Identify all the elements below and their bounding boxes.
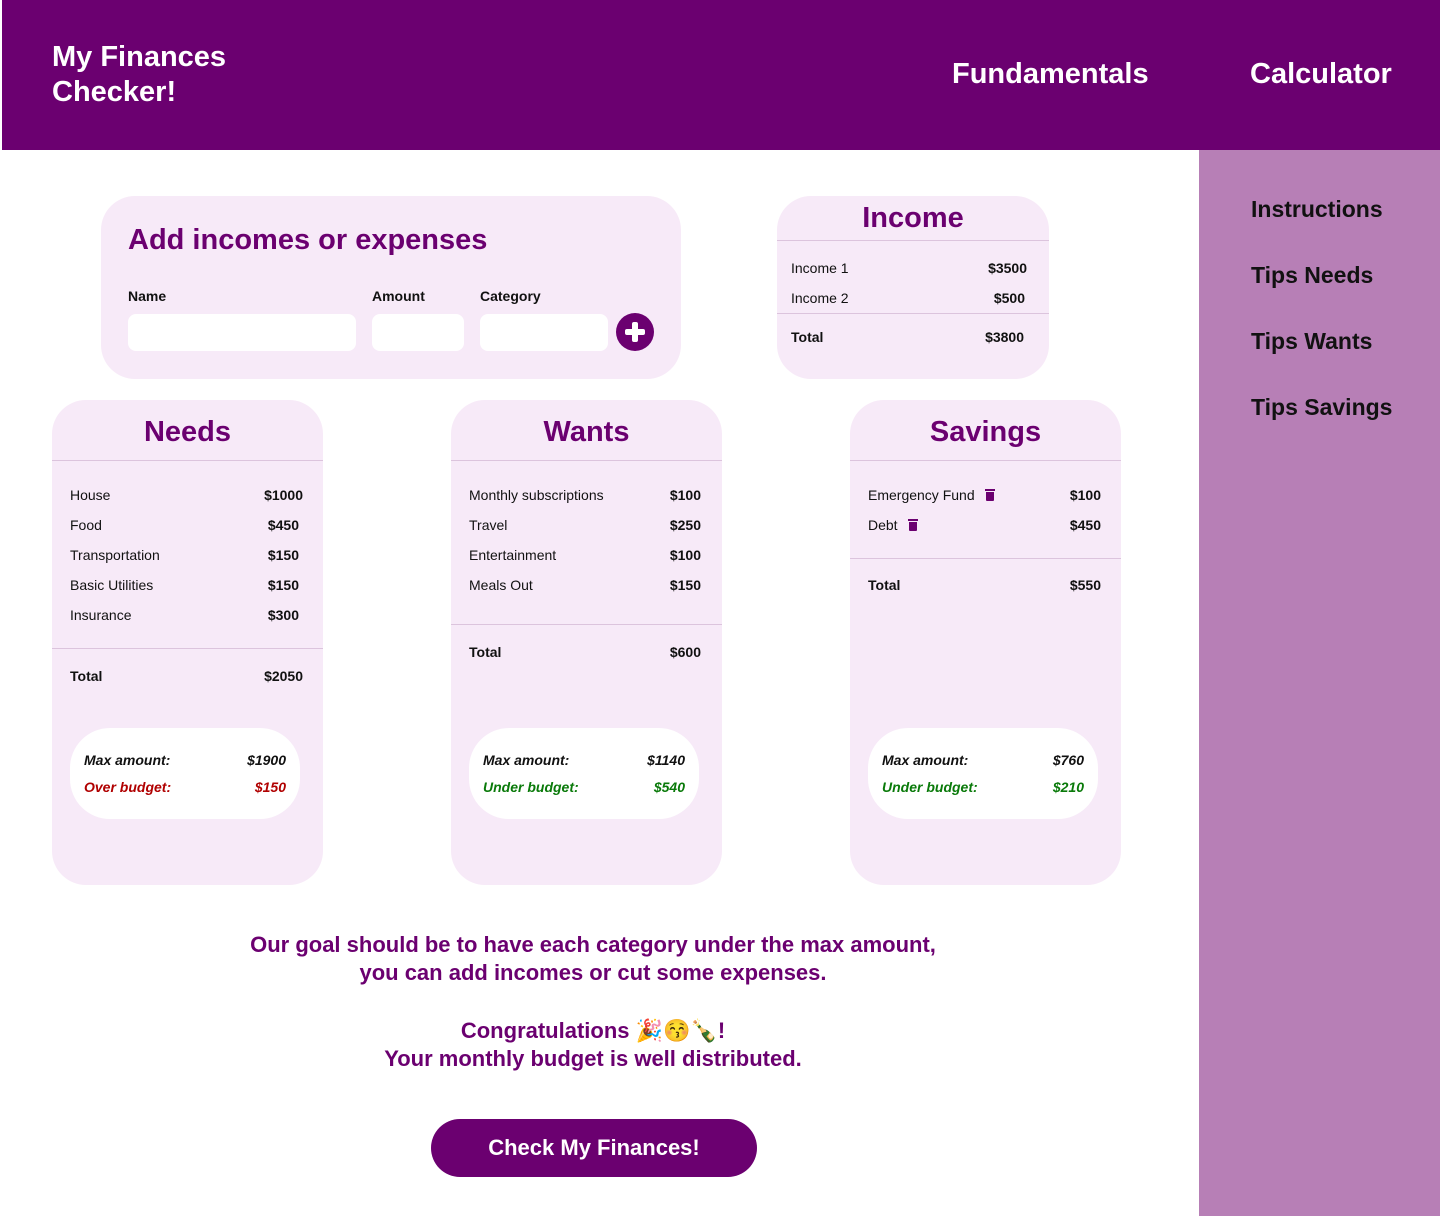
trash-icon[interactable] (907, 519, 918, 531)
name-input[interactable] (128, 314, 356, 351)
wants-row-name: Meals Out (469, 577, 533, 593)
needs-row-value: $150 (267, 547, 299, 563)
wants-budget-summary: Max amount: $1140 Under budget: $540 (469, 728, 699, 819)
income-title: Income (862, 202, 964, 234)
max-amount-value: $1140 (647, 752, 685, 768)
congrats-line-2: Your monthly budget is well distributed. (384, 1046, 802, 1071)
budget-status-value: $210 (1052, 779, 1084, 795)
sidebar: Instructions Tips Needs Tips Wants Tips … (1199, 150, 1440, 1216)
max-amount-value: $1900 (247, 752, 286, 768)
savings-total-label: Total (868, 577, 901, 593)
wants-divider (451, 460, 722, 461)
income-total-divider (777, 313, 1049, 314)
nav-fundamentals[interactable]: Fundamentals (952, 58, 1149, 91)
max-amount-label: Max amount: (882, 752, 969, 768)
needs-total-label: Total (70, 668, 103, 684)
wants-row-name: Travel (469, 517, 508, 533)
amount-label: Amount (372, 288, 425, 304)
wants-row-value: $150 (669, 577, 701, 593)
needs-row-name: Insurance (70, 607, 132, 623)
nav-calculator[interactable]: Calculator (1250, 58, 1392, 91)
finances-page: My Finances Checker! Fundamentals Calcul… (0, 0, 1440, 1216)
savings-budget-summary: Max amount: $760 Under budget: $210 (868, 728, 1098, 819)
congrats-line-1: Congratulations 🎉😚🍾! (460, 1018, 726, 1043)
congrats-message: Congratulations 🎉😚🍾! Your monthly budget… (180, 1017, 1006, 1073)
app-title: My Finances Checker! (52, 41, 227, 108)
sidebar-item-tips-needs[interactable]: Tips Needs (1251, 262, 1373, 289)
plus-circle-icon[interactable] (616, 313, 654, 351)
savings-row-value: $100 (1069, 487, 1101, 503)
needs-row-value: $300 (267, 607, 299, 623)
income-total-label: Total (791, 329, 824, 345)
needs-row-name: Transportation (70, 547, 160, 563)
wants-total-value: $600 (669, 644, 701, 660)
add-entry-card: Add incomes or expenses Name Amount Cate… (101, 196, 681, 379)
name-label: Name (128, 288, 167, 304)
top-header: My Finances Checker! Fundamentals Calcul… (2, 0, 1440, 150)
income-row-name: Income 1 (791, 260, 849, 276)
savings-row: Debt (868, 517, 918, 533)
income-row-value: $3500 (988, 260, 1027, 276)
budget-status-label: Over budget: (84, 779, 172, 795)
max-amount-label: Max amount: (483, 752, 570, 768)
goal-message: Our goal should be to have each category… (180, 931, 1006, 987)
wants-total-label: Total (469, 644, 502, 660)
category-input[interactable] (480, 314, 608, 351)
sidebar-item-tips-savings[interactable]: Tips Savings (1251, 394, 1392, 421)
check-finances-button[interactable]: Check My Finances! (431, 1119, 757, 1177)
goal-line-2: you can add incomes or cut some expenses… (359, 960, 827, 985)
max-amount-value: $760 (1052, 752, 1084, 768)
needs-budget-summary: Max amount: $1900 Over budget: $150 (70, 728, 300, 819)
budget-status-value: $150 (254, 779, 286, 795)
needs-total-divider (52, 648, 323, 649)
income-row-value: $500 (993, 290, 1025, 306)
needs-divider (52, 460, 323, 461)
wants-total-divider (451, 624, 722, 625)
needs-row-value: $1000 (264, 487, 303, 503)
wants-row-name: Monthly subscriptions (469, 487, 604, 503)
sidebar-item-instructions[interactable]: Instructions (1251, 196, 1383, 223)
savings-row: Emergency Fund (868, 487, 995, 503)
savings-total-value: $550 (1069, 577, 1101, 593)
max-amount-label: Max amount: (84, 752, 171, 768)
income-total-value: $3800 (985, 329, 1024, 345)
wants-card: Wants Monthly subscriptions $100 Travel … (451, 400, 722, 885)
income-row-name: Income 2 (791, 290, 849, 306)
savings-row-name: Debt (868, 517, 898, 533)
add-entry-title: Add incomes or expenses (128, 224, 488, 256)
needs-row-name: House (70, 487, 111, 503)
trash-icon[interactable] (984, 489, 995, 501)
category-label: Category (480, 288, 541, 304)
budget-status-label: Under budget: (882, 779, 978, 795)
sidebar-item-tips-wants[interactable]: Tips Wants (1251, 328, 1372, 355)
wants-row-value: $100 (669, 547, 701, 563)
wants-row-name: Entertainment (469, 547, 557, 563)
goal-line-1: Our goal should be to have each category… (250, 932, 936, 957)
needs-card: Needs House $1000 Food $450 Transportati… (52, 400, 323, 885)
savings-title: Savings (929, 416, 1042, 448)
needs-row-name: Food (70, 517, 102, 533)
income-card: Income Income 1 $3500 Income 2 $500 Tota… (777, 196, 1049, 379)
wants-row-value: $100 (669, 487, 701, 503)
wants-title: Wants (543, 416, 630, 448)
wants-row-value: $250 (669, 517, 701, 533)
savings-divider (850, 460, 1121, 461)
needs-row-value: $150 (267, 577, 299, 593)
savings-card: Savings Emergency Fund $100 Debt $450 To… (850, 400, 1121, 885)
savings-total-divider (850, 558, 1121, 559)
needs-title: Needs (143, 416, 232, 448)
amount-input[interactable] (372, 314, 464, 351)
needs-row-value: $450 (267, 517, 299, 533)
budget-status-label: Under budget: (483, 779, 579, 795)
needs-total-value: $2050 (264, 668, 303, 684)
savings-row-name: Emergency Fund (868, 487, 975, 503)
needs-row-name: Basic Utilities (70, 577, 154, 593)
savings-row-value: $450 (1069, 517, 1101, 533)
budget-status-value: $540 (653, 779, 685, 795)
income-divider (777, 240, 1049, 241)
